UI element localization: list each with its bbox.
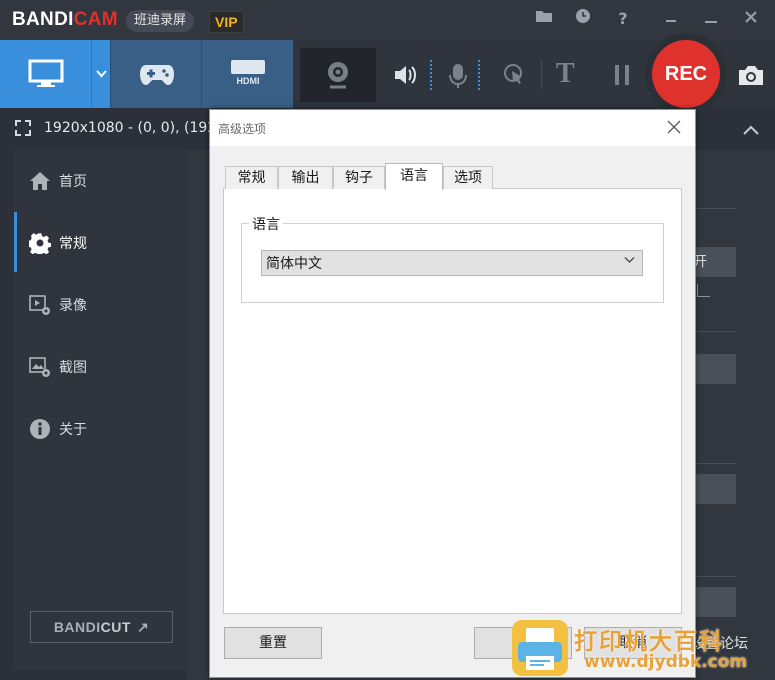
help-icon[interactable]: ? [611, 8, 635, 30]
watermark-title: 打印机大百科 [574, 629, 724, 655]
sidebar-item-image[interactable]: 截图 [14, 344, 187, 390]
text-overlay-icon[interactable]: T [556, 58, 575, 90]
capture-size-text: 1920x1080 - (0, 0), (192 [44, 120, 217, 136]
minimize-icon[interactable] [699, 8, 723, 30]
toolbar-separator [541, 60, 542, 90]
pause-icon[interactable] [612, 64, 632, 86]
reset-button[interactable]: 重置 [224, 627, 322, 659]
bandicam-logo: BANDICAM [12, 9, 118, 30]
sidebar-item-label: 首页 [59, 174, 87, 190]
camera-screenshot-icon[interactable] [737, 63, 765, 87]
close-icon [667, 120, 681, 134]
language-select-value: 简体中文 [266, 256, 322, 272]
tab-language[interactable]: 语言 [385, 163, 443, 190]
bandicut-link-button[interactable]: BANDICUT ↗ [30, 611, 173, 643]
screen-mode-dropdown[interactable] [91, 40, 111, 108]
watermark-printer-logo [512, 620, 568, 676]
tree-connector [697, 284, 710, 297]
microphone-icon[interactable] [447, 62, 469, 90]
app-name-badge: 班迪录屏 [126, 10, 195, 32]
sidebar-item-video[interactable]: 录像 [14, 282, 187, 328]
sidebar-item-label: 常规 [59, 236, 87, 252]
speaker-volume-meter [430, 60, 435, 90]
hdmi-device-icon [231, 60, 265, 74]
hdmi-label: HDMI [236, 76, 260, 86]
sidebar-item-general[interactable]: 常规 [14, 220, 187, 266]
language-group-label: 语言 [249, 214, 283, 234]
minimize-button[interactable] [659, 8, 683, 30]
divider [690, 463, 736, 464]
tab-general[interactable]: 常规 [225, 166, 278, 189]
cursor-effect-icon[interactable] [502, 62, 526, 88]
chevron-up-icon[interactable] [741, 122, 761, 136]
info-icon [30, 419, 50, 439]
divider [690, 208, 736, 209]
sidebar-item-label: 截图 [59, 360, 87, 376]
dialog-title: 高级选项 [218, 122, 267, 136]
webcam-icon [328, 62, 348, 89]
tab-hooks[interactable]: 钩子 [333, 166, 385, 189]
folder-icon[interactable] [532, 8, 556, 30]
dialog-close-button[interactable] [661, 114, 687, 140]
watermark-url: www.djydbk.com [584, 652, 748, 672]
sidebar-item-about[interactable]: 关于 [14, 406, 187, 452]
vip-badge: VIP [209, 11, 244, 33]
screen-record-mode-button[interactable] [0, 40, 91, 108]
monitor-icon [28, 59, 64, 87]
rec-button[interactable]: REC [652, 40, 720, 108]
gamepad-icon [140, 65, 174, 85]
region-select-icon[interactable] [15, 120, 31, 136]
tab-output[interactable]: 输出 [278, 166, 333, 189]
close-window-button[interactable] [739, 8, 763, 30]
divider [690, 331, 736, 332]
game-record-mode-button[interactable] [110, 40, 202, 108]
speaker-icon[interactable] [392, 62, 418, 88]
divider [690, 576, 736, 577]
hdmi-record-mode-button[interactable]: HDMI [201, 40, 293, 108]
clock-icon[interactable] [571, 8, 595, 30]
sidebar-item-label: 录像 [59, 298, 87, 314]
sidebar-item-home[interactable]: 首页 [14, 158, 187, 204]
chevron-down-icon [624, 253, 635, 267]
tab-options[interactable]: 选项 [443, 166, 493, 189]
background-open-button[interactable]: 开 [690, 247, 736, 277]
background-button[interactable] [690, 354, 736, 384]
home-icon [30, 172, 50, 190]
background-button[interactable] [690, 587, 736, 617]
image-settings-icon [29, 357, 50, 377]
dialog-title-bar [210, 110, 695, 146]
background-button[interactable] [690, 474, 736, 504]
webcam-button[interactable] [300, 48, 376, 102]
video-settings-icon [29, 295, 50, 315]
chevron-down-icon [96, 70, 107, 78]
sidebar-item-label: 关于 [59, 422, 87, 438]
gear-icon [29, 233, 51, 254]
mic-volume-meter [478, 60, 483, 90]
